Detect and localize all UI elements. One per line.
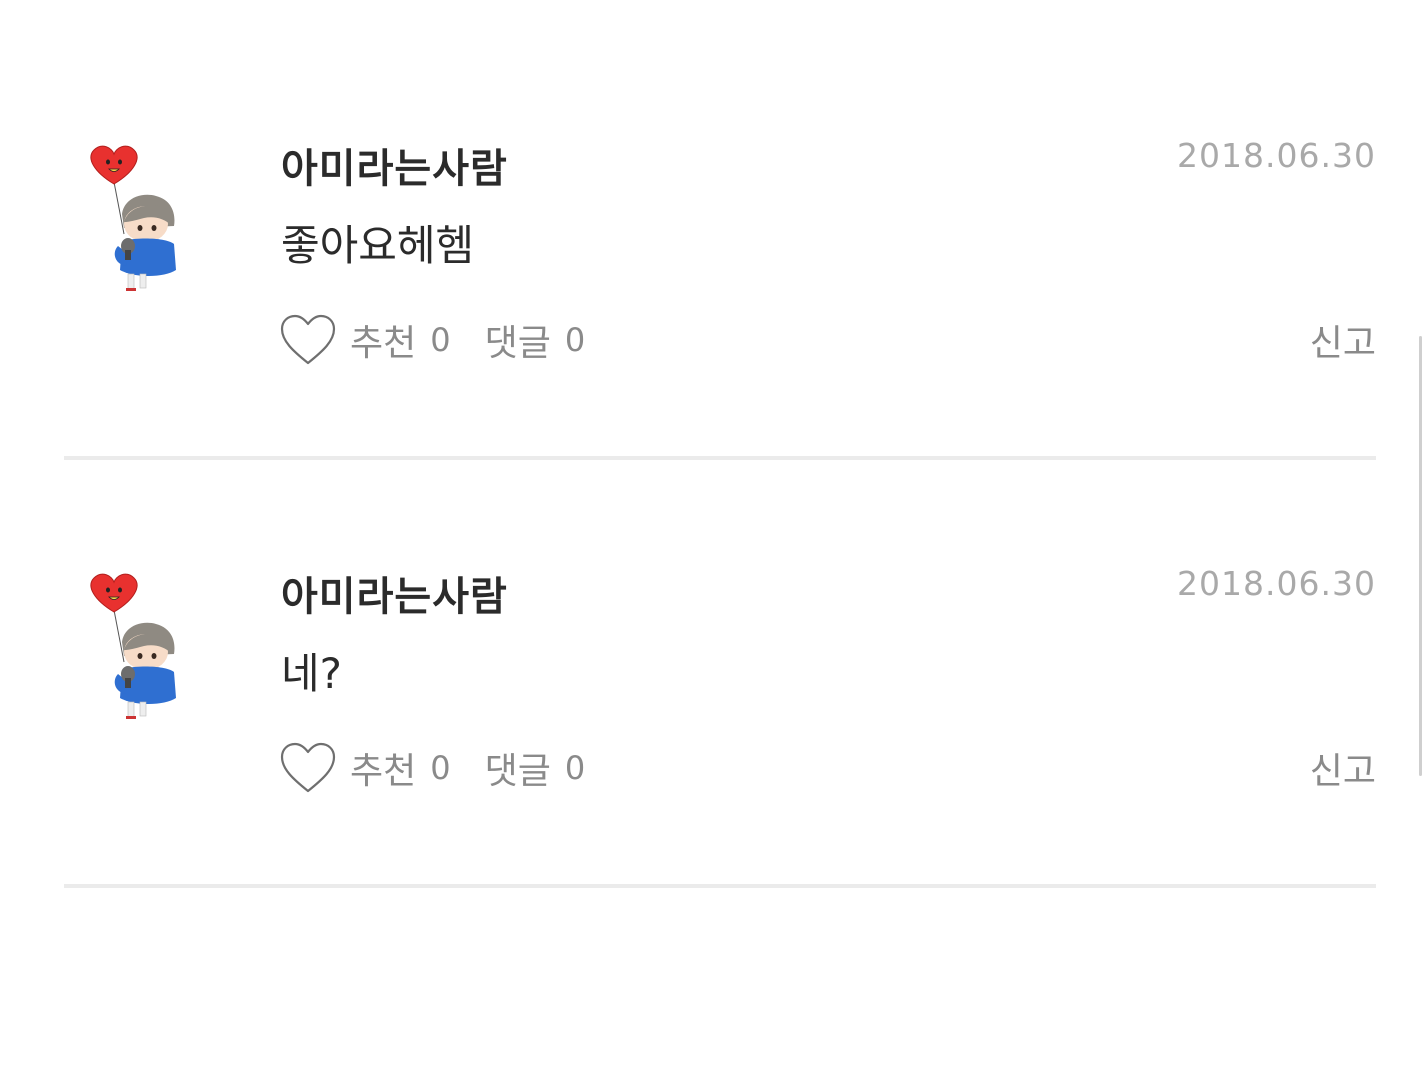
like-button[interactable] — [278, 312, 338, 368]
comment-username[interactable]: 아미라는사람 — [281, 136, 508, 194]
reply-button[interactable]: 댓글 0 — [485, 742, 586, 794]
reply-label[interactable]: 댓글 — [485, 314, 551, 366]
like-button[interactable] — [278, 740, 338, 796]
comment-date: 2018.06.30 — [1177, 136, 1376, 175]
heart-icon — [280, 742, 336, 793]
report-button[interactable]: 신고 — [1310, 742, 1376, 794]
heart-icon — [280, 314, 336, 365]
comment-username[interactable]: 아미라는사람 — [281, 564, 508, 622]
like-label[interactable]: 추천 — [350, 742, 416, 794]
like-label[interactable]: 추천 — [350, 314, 416, 366]
avatar[interactable] — [84, 570, 184, 720]
divider — [64, 884, 1376, 888]
comment-item: 아미라는사람 2018.06.30 네? 추천 0 댓글 0 신고 — [64, 460, 1376, 888]
comment-text: 네? — [281, 649, 342, 698]
comment-date: 2018.06.30 — [1177, 564, 1376, 603]
comment-text: 좋아요헤헴 — [281, 221, 475, 270]
reply-label[interactable]: 댓글 — [485, 742, 551, 794]
comment-actions: 추천 0 댓글 0 — [278, 310, 585, 370]
report-button[interactable]: 신고 — [1310, 314, 1376, 366]
like-count: 0 — [430, 749, 451, 787]
comment-item: 아미라는사람 2018.06.30 좋아요헤헴 추천 0 댓글 0 신고 — [64, 32, 1376, 460]
reply-button[interactable]: 댓글 0 — [485, 314, 586, 366]
chibi-character-with-heart-balloon-icon — [90, 573, 176, 719]
comment-actions: 추천 0 댓글 0 — [278, 738, 585, 798]
reply-count: 0 — [564, 321, 586, 359]
avatar[interactable] — [84, 142, 184, 292]
like-count: 0 — [430, 321, 451, 359]
reply-count: 0 — [564, 749, 586, 787]
chibi-character-with-heart-balloon-icon — [90, 145, 176, 291]
